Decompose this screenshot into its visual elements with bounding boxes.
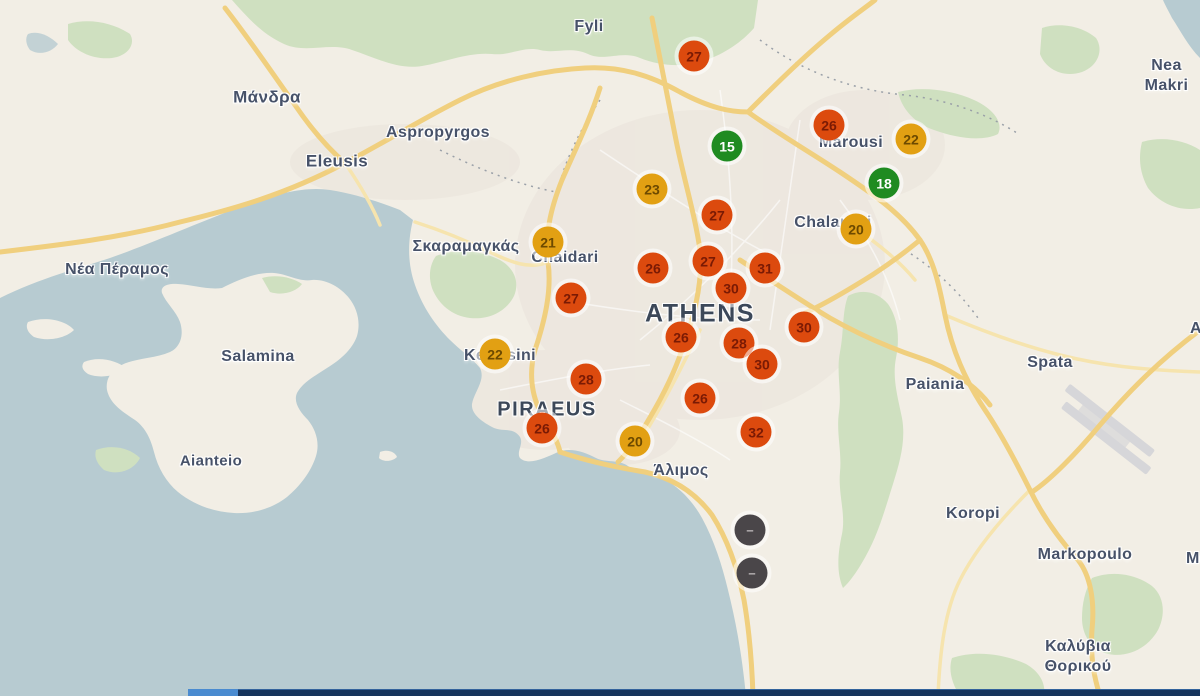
reading-marker[interactable]: 26 bbox=[814, 110, 845, 141]
reading-marker[interactable]: 26 bbox=[666, 322, 697, 353]
reading-marker[interactable]: 26 bbox=[685, 383, 716, 414]
reading-marker[interactable]: 18 bbox=[869, 168, 900, 199]
bottom-bar-accent bbox=[188, 689, 238, 696]
bottom-bar bbox=[188, 689, 1200, 696]
reading-marker[interactable]: 23 bbox=[637, 174, 668, 205]
reading-marker[interactable]: 20 bbox=[841, 214, 872, 245]
reading-marker[interactable]: 27 bbox=[702, 200, 733, 231]
reading-marker[interactable]: 27 bbox=[693, 246, 724, 277]
reading-marker[interactable]: 21 bbox=[533, 227, 564, 258]
reading-marker[interactable]: 30 bbox=[716, 273, 747, 304]
map-canvas[interactable]: FyliNea MakriΜάνδραAspropyrgosEleusisMar… bbox=[0, 0, 1200, 696]
reading-marker[interactable]: 28 bbox=[571, 364, 602, 395]
reading-marker[interactable]: 30 bbox=[789, 312, 820, 343]
reading-marker[interactable]: 22 bbox=[896, 124, 927, 155]
reading-marker[interactable]: 20 bbox=[620, 426, 651, 457]
reading-marker[interactable]: – bbox=[735, 515, 766, 546]
reading-marker[interactable]: 15 bbox=[712, 131, 743, 162]
reading-marker[interactable]: 31 bbox=[750, 253, 781, 284]
reading-marker[interactable]: – bbox=[737, 558, 768, 589]
reading-marker[interactable]: 27 bbox=[679, 41, 710, 72]
reading-marker[interactable]: 26 bbox=[527, 413, 558, 444]
reading-marker[interactable]: 32 bbox=[741, 417, 772, 448]
reading-marker[interactable]: 22 bbox=[480, 339, 511, 370]
reading-marker[interactable]: 30 bbox=[747, 349, 778, 380]
reading-marker[interactable]: 27 bbox=[556, 283, 587, 314]
reading-marker[interactable]: 26 bbox=[638, 253, 669, 284]
map-base-layer bbox=[0, 0, 1200, 696]
